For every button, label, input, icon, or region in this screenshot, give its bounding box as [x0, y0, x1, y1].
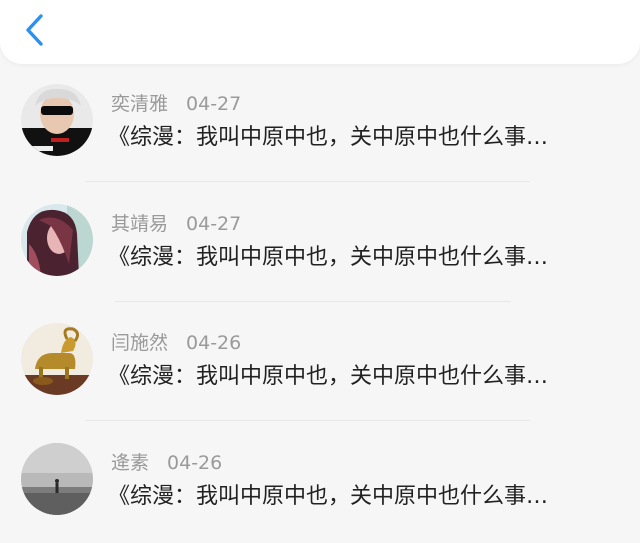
foggy-walker-avatar [21, 442, 93, 515]
commenter-name[interactable]: 奕清雅 [111, 93, 168, 115]
comment-item[interactable]: 奕清雅 04-27 《综漫：我叫中原中也，关中原中也什么事… [0, 64, 640, 184]
comment-date: 04-26 [186, 332, 242, 354]
comment-meta: 奕清雅 04-27 [111, 95, 241, 114]
comment-date: 04-27 [186, 93, 242, 115]
comment-text[interactable]: 《综漫：我叫中原中也，关中原中也什么事… [108, 125, 608, 150]
avatar[interactable] [21, 203, 93, 276]
divider [85, 181, 530, 182]
avatar[interactable] [21, 442, 93, 515]
comment-item[interactable]: 闫施然 04-26 《综漫：我叫中原中也，关中原中也什么事… [0, 303, 640, 423]
comment-meta: 闫施然 04-26 [111, 334, 241, 353]
long-hair-girl-avatar [21, 203, 93, 276]
comment-text[interactable]: 《综漫：我叫中原中也，关中原中也什么事… [108, 364, 608, 389]
top-bar [0, 0, 640, 64]
comment-meta: 逄素 04-26 [111, 451, 223, 474]
comment-item[interactable]: 其靖易 04-27 《综漫：我叫中原中也，关中原中也什么事… [0, 184, 640, 304]
divider [85, 420, 530, 421]
chevron-left-icon [26, 14, 43, 46]
comment-meta: 其靖易 04-27 [111, 212, 242, 235]
comment-date: 04-26 [167, 451, 223, 474]
comment-list: 奕清雅 04-27 《综漫：我叫中原中也，关中原中也什么事… 其靖易 04-27 《… [0, 64, 640, 542]
commenter-name[interactable]: 逄素 [111, 452, 149, 474]
commenter-name[interactable]: 其靖易 [111, 213, 168, 235]
sunglasses-person-avatar [21, 84, 93, 156]
comment-text[interactable]: 《综漫：我叫中原中也，关中原中也什么事… [108, 484, 608, 509]
divider [115, 300, 511, 302]
commenter-name[interactable]: 闫施然 [111, 332, 168, 354]
comment-text[interactable]: 《综漫：我叫中原中也，关中原中也什么事… [108, 245, 608, 270]
comment-date: 04-27 [186, 212, 242, 235]
avatar[interactable] [21, 84, 93, 156]
comment-item[interactable]: 逄素 04-26 《综漫：我叫中原中也，关中原中也什么事… [0, 423, 640, 543]
avatar[interactable] [21, 323, 93, 395]
back-button[interactable] [14, 8, 58, 52]
golden-goat-figurine-avatar [21, 323, 93, 395]
